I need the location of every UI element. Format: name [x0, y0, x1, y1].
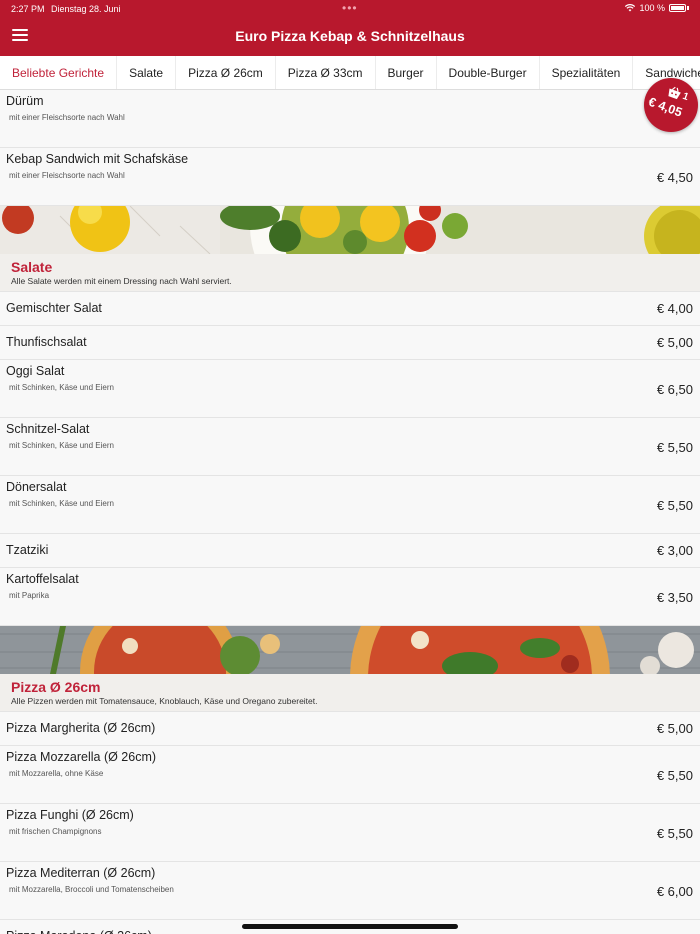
item-price: € 6,50 [656, 382, 693, 397]
menu-list: Dürüm mit einer Fleischsorte nach Wahl Keb… [0, 90, 700, 934]
tab-2[interactable]: Pizza Ø 26cm [176, 56, 276, 89]
menu-item[interactable]: Pizza Mozzarella (Ø 26cm) mit Mozzarella,… [0, 746, 700, 804]
section-banner-image [0, 626, 700, 674]
tab-0[interactable]: Beliebte Gerichte [0, 56, 118, 89]
item-name: Dürüm [6, 94, 44, 108]
item-name: Dönersalat [6, 480, 67, 494]
item-price: € 4,50 [656, 170, 693, 185]
item-description: mit Paprika [9, 591, 50, 600]
menu-item[interactable]: Dürüm mit einer Fleischsorte nach Wahl [0, 90, 700, 148]
section-subtitle: Alle Salate werden mit einem Dressing na… [11, 276, 232, 286]
tab-4[interactable]: Burger [376, 56, 437, 89]
section-title: Pizza Ø 26cm [11, 679, 101, 695]
tab-1[interactable]: Salate [117, 56, 177, 89]
app-title: Euro Pizza Kebap & Schnitzelhaus [235, 28, 465, 44]
menu-item[interactable]: Thunfischsalat € 5,00 [0, 326, 700, 360]
tab-3[interactable]: Pizza Ø 33cm [276, 56, 376, 89]
app-header: 2:27 PM Dienstag 28. Juni ••• 100 % Euro… [0, 0, 700, 56]
multitask-dots[interactable]: ••• [342, 1, 358, 15]
item-name: Kebap Sandwich mit Schafskäse [6, 152, 189, 166]
item-description: mit einer Fleischsorte nach Wahl [9, 171, 125, 180]
cart-button[interactable]: 1 € 4,05 [644, 78, 698, 132]
battery-icon [669, 4, 686, 12]
item-description: mit frischen Champignons [9, 827, 102, 836]
item-name: Schnitzel-Salat [6, 422, 90, 436]
battery-cap [687, 6, 689, 10]
item-price: € 5,00 [656, 335, 693, 350]
item-price: € 3,50 [656, 590, 693, 605]
cart-count: 1 [680, 90, 690, 104]
shopping-bag-icon [668, 86, 681, 100]
tab-5[interactable]: Double-Burger [437, 56, 540, 89]
menu-item[interactable]: Dönersalat mit Schinken, Käse und Eiern € … [0, 476, 700, 534]
menu-item[interactable]: Gemischter Salat € 4,00 [0, 292, 700, 326]
section-subtitle: Alle Pizzen werden mit Tomatensauce, Kno… [11, 696, 318, 706]
item-price: € 6,00 [656, 884, 693, 899]
section-header: Pizza Ø 26cm Alle Pizzen werden mit Tomat… [0, 674, 700, 712]
item-name: Pizza Funghi (Ø 26cm) [6, 808, 134, 822]
item-price: € 5,50 [656, 768, 693, 783]
menu-item[interactable]: Tzatziki € 3,00 [0, 534, 700, 568]
status-time: 2:27 PM [11, 4, 45, 14]
menu-item[interactable]: Pizza Mediterran (Ø 26cm) mit Mozzarella,… [0, 862, 700, 920]
battery-percent: 100 % [639, 3, 665, 13]
menu-item[interactable]: Oggi Salat mit Schinken, Käse und Eiern € … [0, 360, 700, 418]
item-price: € 5,50 [656, 498, 693, 513]
status-bar: 2:27 PM Dienstag 28. Juni ••• 100 % [0, 0, 700, 18]
item-name: Oggi Salat [6, 364, 65, 378]
item-description: mit Schinken, Käse und Eiern [9, 383, 114, 392]
status-right: 100 % [625, 3, 689, 13]
home-indicator[interactable] [242, 924, 458, 929]
menu-item[interactable]: Kebap Sandwich mit Schafskäse mit einer F… [0, 148, 700, 206]
menu-item[interactable]: Pizza Margherita (Ø 26cm) € 5,00 [0, 712, 700, 746]
menu-item[interactable]: Schnitzel-Salat mit Schinken, Käse und Ei… [0, 418, 700, 476]
item-price: € 5,50 [656, 826, 693, 841]
item-name: Gemischter Salat [6, 301, 102, 315]
item-name: Pizza Mozzarella (Ø 26cm) [6, 750, 157, 764]
section-title: Salate [11, 259, 53, 275]
item-name: Pizza Mediterran (Ø 26cm) [6, 866, 156, 880]
category-tabs: Beliebte Gerichte Salate Pizza Ø 26cm Pizza… [0, 56, 700, 90]
item-price: € 5,00 [656, 721, 693, 736]
item-description: mit Mozzarella, ohne Käse [9, 769, 104, 778]
menu-item[interactable]: Kartoffelsalat mit Paprika € 3,50 [0, 568, 700, 626]
item-price: € 5,50 [656, 440, 693, 455]
item-description: mit Mozzarella, Broccoli und Tomatensche… [9, 885, 174, 894]
item-name: Kartoffelsalat [6, 572, 79, 586]
wifi-icon [625, 4, 636, 12]
item-description: mit Schinken, Käse und Eiern [9, 499, 114, 508]
item-name: Thunfischsalat [6, 335, 87, 349]
item-name: Pizza Margherita (Ø 26cm) [6, 721, 156, 735]
item-description: mit einer Fleischsorte nach Wahl [9, 113, 125, 122]
status-date: Dienstag 28. Juni [51, 4, 121, 14]
menu-item[interactable]: Pizza Funghi (Ø 26cm) mit frischen Champi… [0, 804, 700, 862]
section-header: Salate Alle Salate werden mit einem Dress… [0, 254, 700, 292]
section-banner-image [0, 206, 700, 254]
item-price: € 4,00 [656, 301, 693, 316]
item-description: mit Schinken, Käse und Eiern [9, 441, 114, 450]
item-name: Tzatziki [6, 543, 49, 557]
tab-6[interactable]: Spezialitäten [540, 56, 634, 89]
item-name: Pizza Maradona (Ø 26cm) [6, 929, 152, 934]
item-price: € 3,00 [656, 543, 693, 558]
